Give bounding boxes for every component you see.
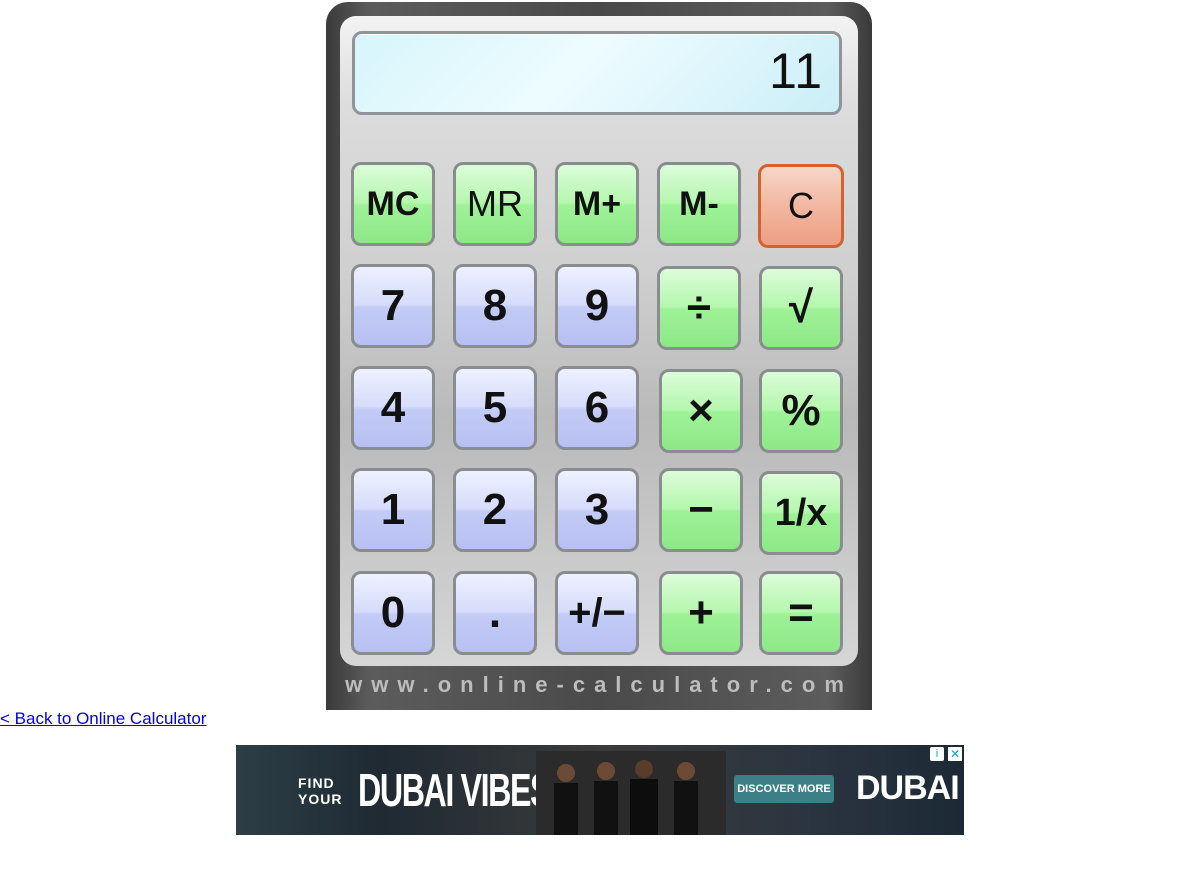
equals-label: = xyxy=(788,588,814,637)
decimal-label: . xyxy=(488,588,502,637)
calculator: 11 MC MR M+ M- C 7 8 9 ÷ √ 4 5 6 × % 1 2… xyxy=(326,2,872,710)
back-link[interactable]: < Back to Online Calculator xyxy=(0,709,206,729)
mc-label: MC xyxy=(366,184,420,223)
ad-headline: DUBAI VIBES xyxy=(358,764,552,816)
plus-label: + xyxy=(688,588,714,637)
m-minus-button[interactable]: M- xyxy=(657,162,741,246)
plus-minus-label: +/− xyxy=(568,590,626,635)
percent-button[interactable]: % xyxy=(759,369,843,453)
multiply-button[interactable]: × xyxy=(659,369,743,453)
key-5-label: 5 xyxy=(482,383,508,432)
mr-button[interactable]: MR xyxy=(453,162,537,246)
key-6-label: 6 xyxy=(584,383,610,432)
key-0[interactable]: 0 xyxy=(351,571,435,655)
plus-minus-button[interactable]: +/− xyxy=(555,571,639,655)
key-7-label: 7 xyxy=(380,281,406,330)
mr-label: MR xyxy=(467,183,523,224)
site-watermark: www.online-calculator.com xyxy=(345,672,853,697)
equals-button[interactable]: = xyxy=(759,571,843,655)
divide-button[interactable]: ÷ xyxy=(657,266,741,350)
key-1-label: 1 xyxy=(380,485,406,534)
key-2[interactable]: 2 xyxy=(453,468,537,552)
key-0-label: 0 xyxy=(380,588,406,637)
reciprocal-label: 1/x xyxy=(774,491,828,534)
ad-photo xyxy=(536,751,726,835)
clear-label: C xyxy=(788,185,814,226)
key-7[interactable]: 7 xyxy=(351,264,435,348)
key-2-label: 2 xyxy=(482,485,508,534)
key-6[interactable]: 6 xyxy=(555,366,639,450)
percent-label: % xyxy=(781,386,821,435)
multiply-label: × xyxy=(688,386,714,435)
ad-your-text: YOUR xyxy=(298,791,343,807)
sqrt-label: √ xyxy=(788,283,814,332)
display: 11 xyxy=(352,31,842,115)
minus-button[interactable]: − xyxy=(659,468,743,552)
decimal-button[interactable]: . xyxy=(453,571,537,655)
reciprocal-button[interactable]: 1/x xyxy=(759,471,843,555)
display-value: 11 xyxy=(769,43,823,99)
key-3[interactable]: 3 xyxy=(555,468,639,552)
ad-find-text: FIND xyxy=(298,775,335,791)
ad-brand-logo: DUBAI xyxy=(856,769,960,807)
m-plus-label: M+ xyxy=(572,184,622,223)
sqrt-button[interactable]: √ xyxy=(759,266,843,350)
calculator-panel: 11 MC MR M+ M- C 7 8 9 ÷ √ 4 5 6 × % 1 2… xyxy=(340,16,858,666)
ad-cta-button[interactable]: DISCOVER MORE xyxy=(734,775,834,803)
key-5[interactable]: 5 xyxy=(453,366,537,450)
key-9[interactable]: 9 xyxy=(555,264,639,348)
ad-banner[interactable]: FIND YOUR DUBAI VIBES DISCOVER MORE DUBA… xyxy=(236,745,964,835)
key-8[interactable]: 8 xyxy=(453,264,537,348)
key-9-label: 9 xyxy=(584,281,610,330)
mc-button[interactable]: MC xyxy=(351,162,435,246)
close-icon[interactable]: ✕ xyxy=(948,747,962,761)
plus-button[interactable]: + xyxy=(659,571,743,655)
ad-tagline: FIND YOUR xyxy=(298,775,342,807)
m-plus-button[interactable]: M+ xyxy=(555,162,639,246)
key-4[interactable]: 4 xyxy=(351,366,435,450)
info-icon[interactable]: i xyxy=(930,747,944,761)
clear-button[interactable]: C xyxy=(758,164,844,248)
key-1[interactable]: 1 xyxy=(351,468,435,552)
key-4-label: 4 xyxy=(380,383,406,432)
minus-label: − xyxy=(688,485,714,534)
divide-label: ÷ xyxy=(686,283,712,332)
key-8-label: 8 xyxy=(482,281,508,330)
m-minus-label: M- xyxy=(679,184,719,223)
key-3-label: 3 xyxy=(584,485,610,534)
